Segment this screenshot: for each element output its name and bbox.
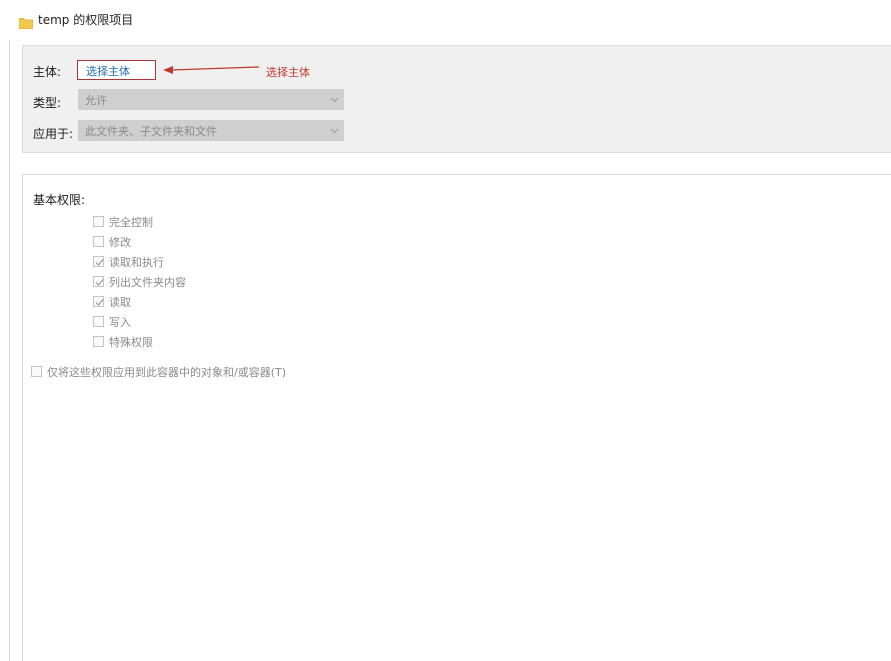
- permission-label: 修改: [109, 236, 131, 249]
- annotation-text: 选择主体: [266, 66, 310, 79]
- checkbox-checked[interactable]: [93, 296, 104, 307]
- folder-icon: [18, 14, 34, 30]
- checkmark-icon: [95, 259, 104, 266]
- checkbox[interactable]: [93, 316, 104, 327]
- window-title: temp 的权限项目: [38, 13, 134, 27]
- checkbox-checked[interactable]: [93, 276, 104, 287]
- checkbox[interactable]: [93, 216, 104, 227]
- basic-permissions-label: 基本权限:: [33, 193, 86, 207]
- permission-label: 特殊权限: [109, 336, 153, 349]
- checkmark-icon: [95, 299, 104, 306]
- type-label: 类型:: [33, 96, 62, 110]
- permission-label: 完全控制: [109, 216, 153, 229]
- permission-label: 读取和执行: [109, 256, 164, 269]
- window-left-border: [9, 40, 10, 661]
- permission-label: 写入: [109, 316, 131, 329]
- select-principal-link[interactable]: 选择主体: [77, 60, 156, 80]
- applies-to-dropdown-value: 此文件夹、子文件夹和文件: [85, 125, 217, 138]
- permission-label: 列出文件夹内容: [109, 276, 186, 289]
- applies-to-dropdown[interactable]: 此文件夹、子文件夹和文件: [78, 120, 344, 141]
- checkbox-checked[interactable]: [93, 256, 104, 267]
- chevron-down-icon: [330, 94, 339, 103]
- window-left-edge: [0, 0, 9, 661]
- checkbox[interactable]: [93, 236, 104, 247]
- type-dropdown-value: 允许: [85, 94, 107, 107]
- permissions-panel: [22, 174, 891, 661]
- title-bar[interactable]: [0, 0, 891, 38]
- type-dropdown[interactable]: 允许: [78, 89, 344, 110]
- checkmark-icon: [95, 279, 104, 286]
- principal-label: 主体:: [33, 65, 62, 79]
- checkbox[interactable]: [93, 336, 104, 347]
- arrow-left-icon: [163, 61, 263, 74]
- chevron-down-icon: [330, 125, 339, 134]
- applies-to-label: 应用于:: [33, 127, 74, 141]
- apply-only-container-label: 仅将这些权限应用到此容器中的对象和/或容器(T): [47, 366, 287, 379]
- permission-label: 读取: [109, 296, 131, 309]
- checkbox[interactable]: [31, 366, 42, 377]
